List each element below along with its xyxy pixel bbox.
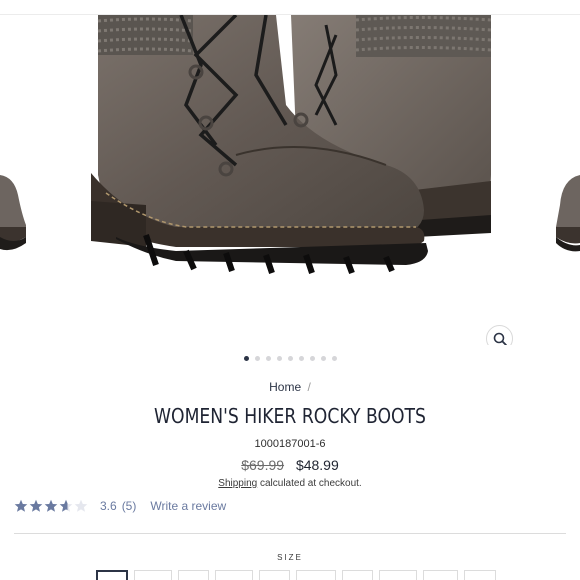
product-sku: 1000187001-6 — [254, 438, 326, 450]
gallery-dot[interactable] — [309, 356, 315, 361]
size-option[interactable] — [379, 570, 417, 580]
rating-value: 3.6 — [100, 499, 117, 513]
product-image[interactable] — [86, 15, 494, 285]
shipping-note: Shipping calculated at checkout. — [0, 478, 580, 489]
gallery-dot[interactable] — [276, 356, 282, 361]
shipping-text: calculated at checkout. — [259, 478, 362, 489]
shipping-link[interactable]: Shipping — [218, 478, 257, 489]
star-icon — [59, 499, 73, 512]
zoom-button[interactable] — [486, 325, 513, 345]
original-price: $69.99 — [241, 457, 285, 473]
size-option[interactable] — [342, 570, 373, 580]
size-option[interactable] — [178, 570, 209, 580]
star-icon — [74, 499, 88, 512]
previous-slide-peek[interactable] — [0, 165, 40, 255]
size-label: SIZE — [277, 553, 303, 562]
size-option[interactable] — [423, 570, 458, 580]
sale-price: $48.99 — [295, 457, 339, 473]
size-option[interactable] — [296, 570, 336, 580]
price-block: $69.99 $48.99 — [0, 457, 580, 473]
size-option[interactable] — [96, 570, 128, 580]
reviews-summary: 3.6 (5) Write a review — [14, 497, 226, 515]
star-rating — [14, 499, 88, 513]
size-option[interactable] — [464, 570, 496, 580]
size-option[interactable] — [259, 570, 290, 580]
gallery-dot[interactable] — [265, 356, 271, 361]
breadcrumb: Home / — [0, 380, 580, 394]
gallery-dot[interactable] — [254, 356, 260, 361]
size-option[interactable] — [215, 570, 253, 580]
star-icon — [44, 499, 58, 512]
magnifier-icon — [493, 332, 507, 345]
review-count[interactable]: (5) — [122, 499, 137, 513]
breadcrumb-home-link[interactable]: Home — [269, 380, 301, 394]
section-divider — [14, 533, 566, 534]
product-title: WOMEN'S HIKER ROCKY BOOTS — [154, 404, 426, 428]
gallery-dot[interactable] — [243, 356, 249, 361]
size-option[interactable] — [134, 570, 172, 580]
breadcrumb-separator: / — [307, 380, 311, 394]
write-review-link[interactable]: Write a review — [150, 499, 226, 513]
star-icon — [29, 499, 43, 512]
next-slide-peek[interactable] — [540, 165, 580, 255]
gallery-dot[interactable] — [320, 356, 326, 361]
size-selector — [96, 570, 496, 580]
gallery-dot[interactable] — [287, 356, 293, 361]
gallery-dot[interactable] — [298, 356, 304, 361]
product-gallery[interactable] — [0, 15, 580, 345]
gallery-pagination — [0, 356, 580, 361]
gallery-dot[interactable] — [331, 356, 337, 361]
star-icon — [14, 499, 28, 512]
